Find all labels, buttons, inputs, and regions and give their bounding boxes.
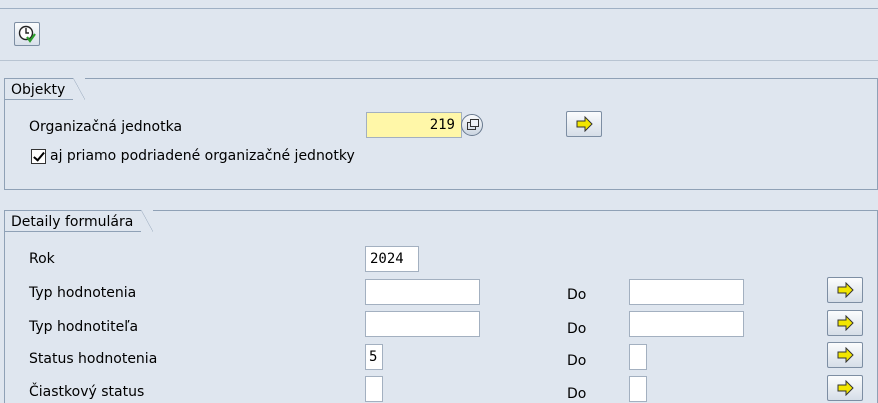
ciastkovy-status-to-label: Do [567, 386, 587, 402]
include-sub-label: aj priamo podriadené organizačné jednotk… [50, 148, 355, 164]
execute-button[interactable] [14, 22, 40, 46]
multiple-selection-icon[interactable] [461, 114, 483, 136]
include-sub-checkbox[interactable] [31, 149, 46, 164]
group-objekty-title: Objekty [4, 78, 86, 100]
group-detaily-title: Detaily formulára [4, 210, 154, 232]
yellow-arrow-icon [837, 380, 854, 396]
row-label-typ-hodnotitela: Typ hodnotiteľa [29, 319, 139, 335]
ciastkovy-status-more-button[interactable] [827, 375, 863, 401]
yellow-arrow-icon [837, 282, 854, 298]
status-hodnotenia-to-label: Do [567, 353, 587, 369]
ciastkovy-status-from-field[interactable] [365, 376, 383, 402]
ciastkovy-status-to-field[interactable] [629, 376, 647, 402]
yellow-arrow-icon [837, 315, 854, 331]
group-detaily: Detaily formulára Rok 2024 Typ hodnoteni… [4, 210, 878, 403]
yellow-arrow-icon [837, 347, 854, 363]
row-label-rok: Rok [29, 251, 55, 267]
typ-hodnotitela-from-field[interactable] [365, 311, 480, 337]
typ-hodnotenia-more-button[interactable] [827, 277, 863, 303]
row-label-ciastkovy-status: Čiastkový status [29, 384, 145, 400]
org-unit-field[interactable]: 219 [366, 112, 462, 138]
status-hodnotenia-to-field[interactable] [629, 344, 647, 370]
toolbar-divider [0, 8, 878, 9]
typ-hodnotenia-to-field[interactable] [629, 279, 744, 305]
org-unit-more-button[interactable] [566, 111, 602, 137]
group-objekty: Objekty Organizačná jednotka 219 aj pria… [4, 78, 878, 190]
typ-hodnotitela-more-button[interactable] [827, 310, 863, 336]
row-label-status-hodnotenia: Status hodnotenia [29, 351, 158, 367]
org-unit-label: Organizačná jednotka [29, 119, 183, 135]
typ-hodnotitela-to-label: Do [567, 321, 587, 337]
row-label-typ-hodnotenia: Typ hodnotenia [29, 285, 137, 301]
execute-clock-icon [18, 25, 36, 43]
status-hodnotenia-from-field[interactable]: 5 [365, 344, 383, 370]
yellow-arrow-icon [576, 116, 593, 132]
typ-hodnotitela-to-field[interactable] [629, 311, 744, 337]
rok-field[interactable]: 2024 [365, 246, 419, 272]
application-toolbar [0, 0, 878, 61]
typ-hodnotenia-from-field[interactable] [365, 279, 480, 305]
status-hodnotenia-more-button[interactable] [827, 342, 863, 368]
typ-hodnotenia-to-label: Do [567, 287, 587, 303]
